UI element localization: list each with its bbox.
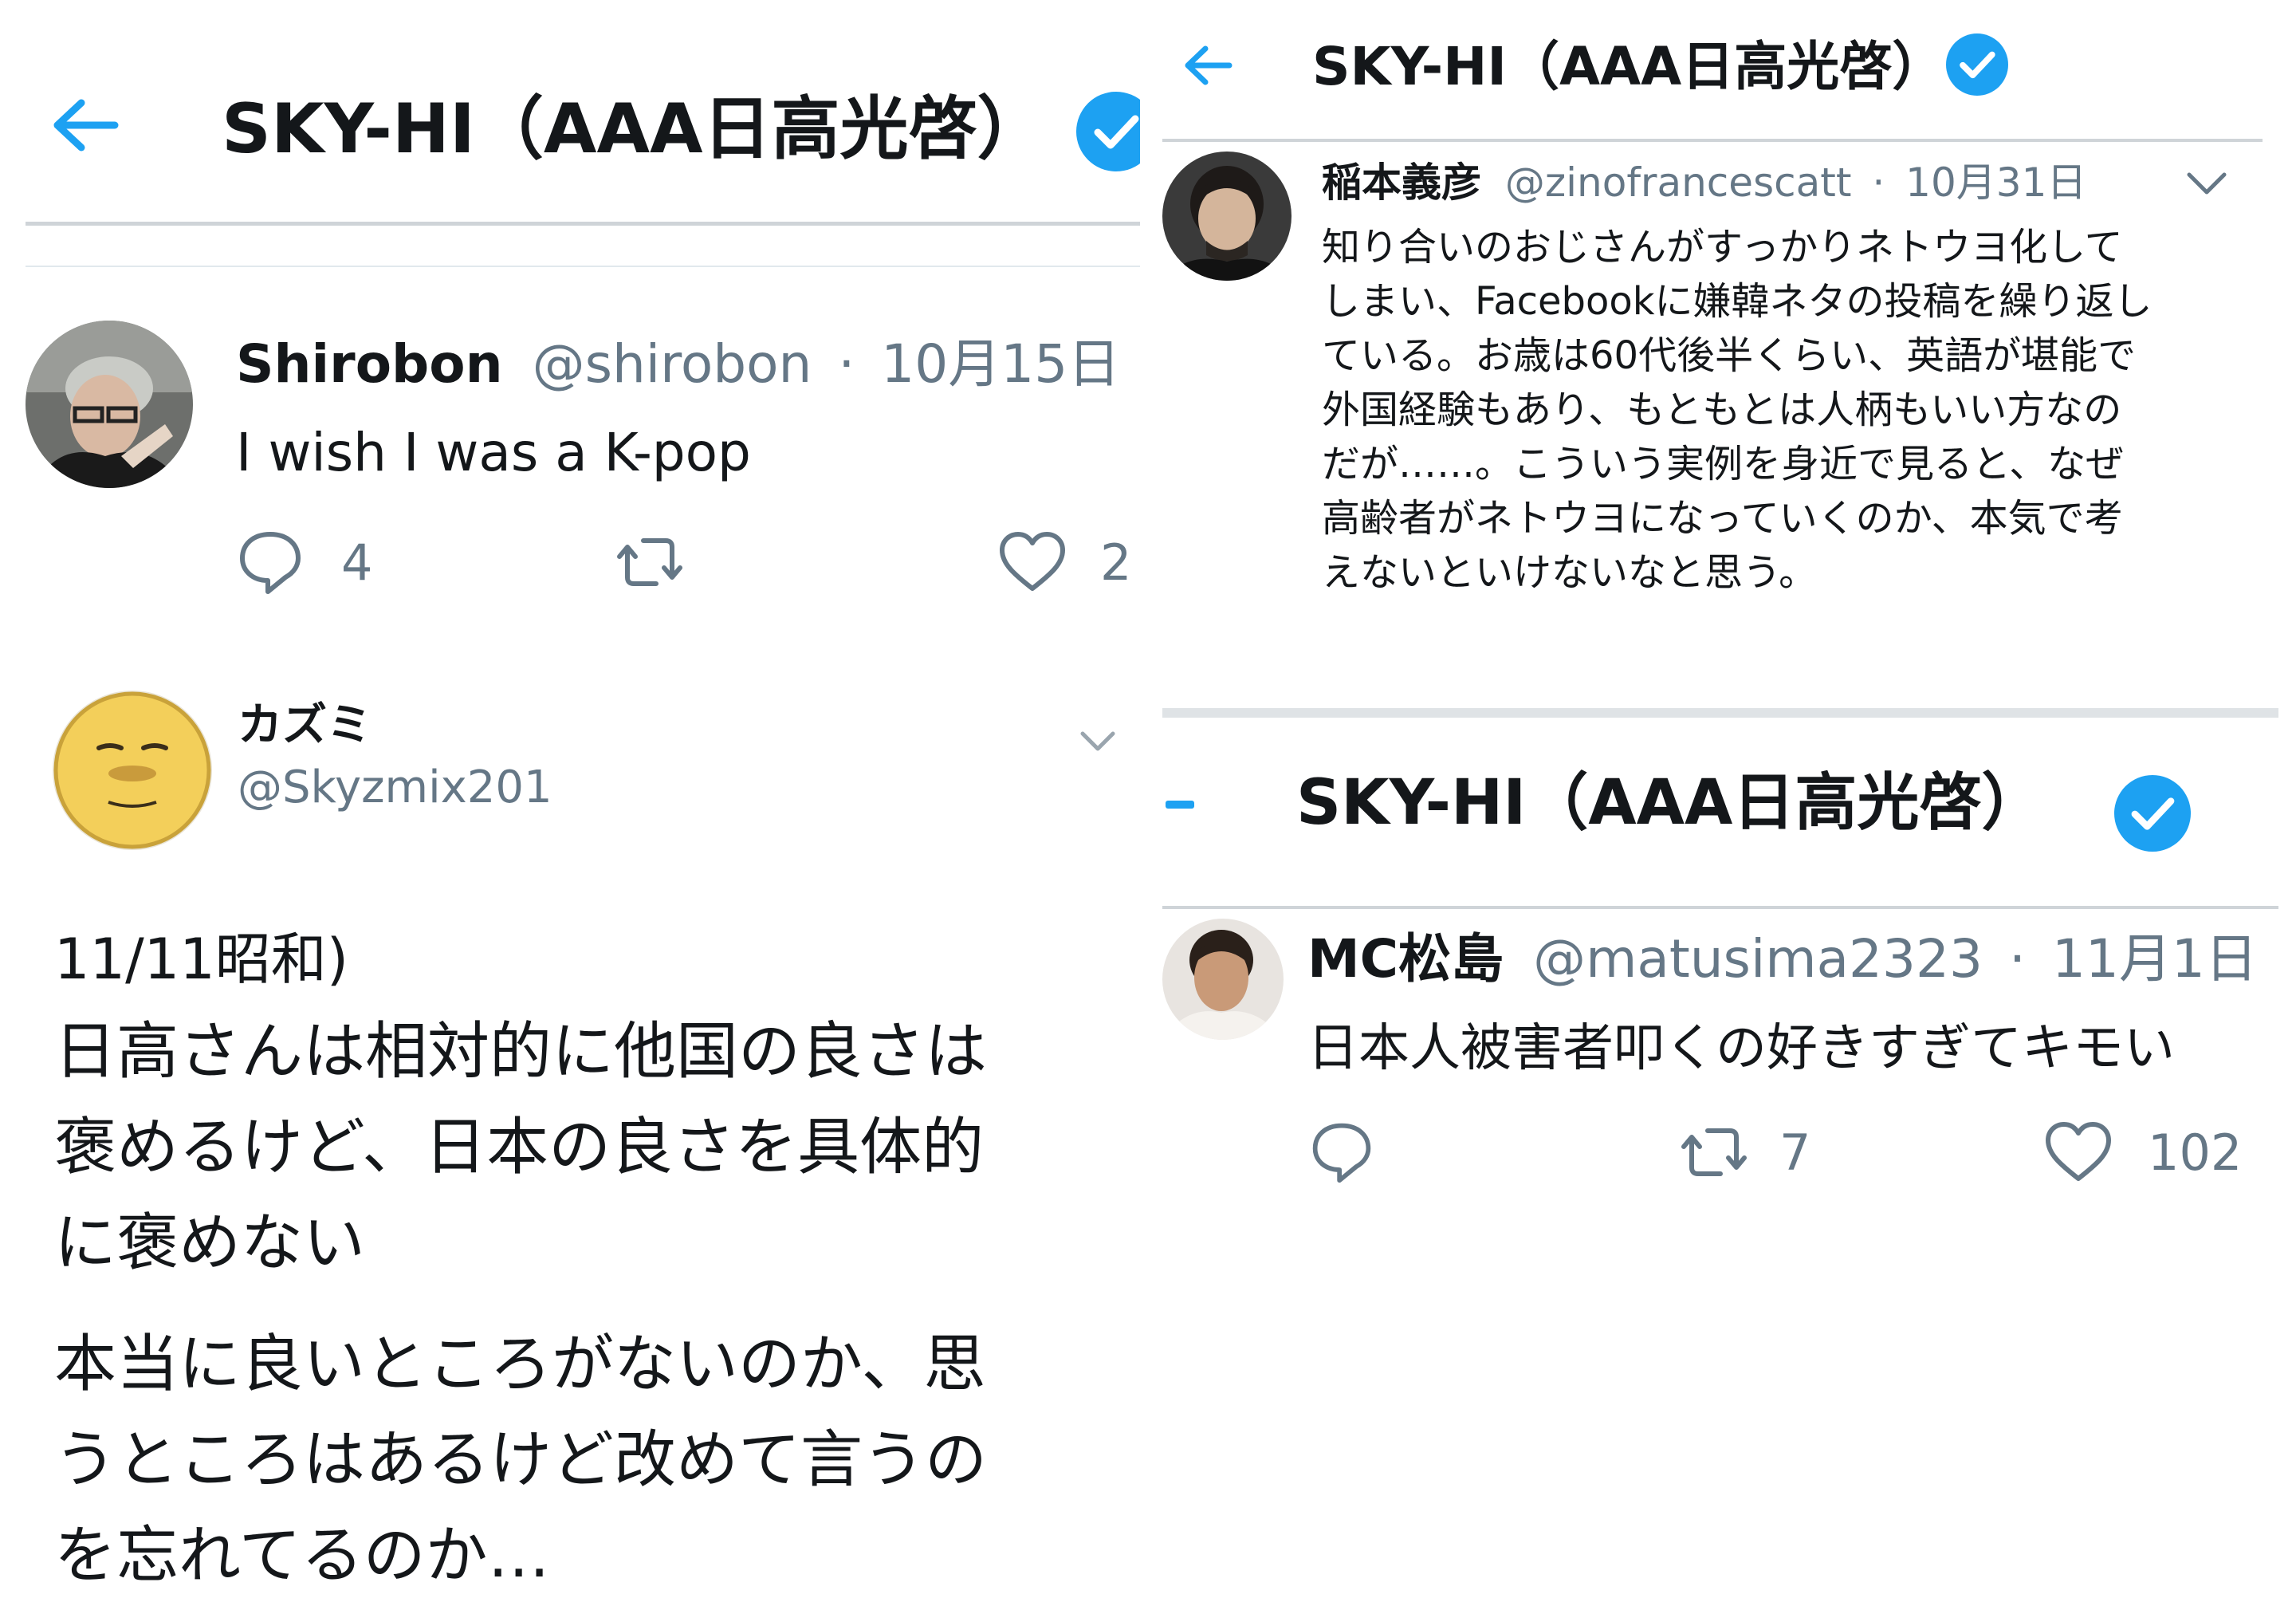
tweet-body-line: 高齢者がネトウヨになっていくのか、本気で考 bbox=[1322, 496, 2123, 541]
tweet-body-line: を忘れてるのか… bbox=[54, 1520, 550, 1592]
avatar[interactable] bbox=[1162, 919, 1284, 1040]
retweet-button[interactable] bbox=[610, 526, 690, 598]
tweet-body-line: うところはあるけど改めて言うの bbox=[54, 1424, 988, 1496]
retweet-icon bbox=[610, 528, 690, 596]
tweet-body-line: 本当に良いところがないのか、思 bbox=[54, 1328, 986, 1400]
like-count: 2 bbox=[1100, 533, 1132, 592]
display-name[interactable]: Shirobon bbox=[236, 333, 503, 395]
like-button[interactable]: 102 bbox=[2042, 1116, 2242, 1188]
section-divider bbox=[1162, 708, 2278, 718]
tweet-body-line: えないといけないなと思う。 bbox=[1322, 550, 1818, 595]
tweet-body-line: ている。お歳は60代後半くらい、英語が堪能で bbox=[1322, 333, 2137, 378]
tweet-body-line: 外国経験もあり、もともとは人柄もいい方なの bbox=[1322, 388, 2122, 432]
heart-icon bbox=[2042, 1118, 2114, 1187]
tweet-body-line: に褒めない bbox=[54, 1207, 366, 1279]
display-name[interactable]: カズミ bbox=[238, 694, 372, 758]
tweet-header: Shirobon @shirobon · 10月15日 bbox=[236, 329, 1120, 400]
retweet-icon bbox=[1674, 1118, 1754, 1187]
header-divider bbox=[26, 222, 1140, 226]
chevron-down-icon[interactable] bbox=[1078, 726, 1118, 758]
display-name[interactable]: 稲本義彦 bbox=[1322, 159, 1481, 206]
section-divider bbox=[26, 266, 1140, 267]
avatar[interactable] bbox=[53, 691, 212, 850]
profile-title: SKY-HI（AAA日高光啓） bbox=[1296, 767, 2044, 839]
verified-badge-icon bbox=[1076, 92, 1140, 171]
avatar[interactable] bbox=[1162, 152, 1292, 281]
tweet-body-line: だが……。こういう実例を身近で見ると、なぜ bbox=[1322, 442, 2125, 486]
tweet-body-line: 日高さんは相対的に他国の良さは bbox=[54, 1016, 988, 1088]
tweet-panel-mc-matsushima: SKY-HI（AAA日高光啓） MC松島 @matusima2323 · 11月… bbox=[1156, 718, 2296, 1602]
tweet-header: MC松島 @matusima2323 · 11月1日 bbox=[1307, 923, 2258, 995]
display-name[interactable]: MC松島 bbox=[1307, 928, 1504, 990]
tweet-date[interactable]: 10月31日 bbox=[1905, 159, 2086, 206]
tweet-body-line: 褒めるけど、日本の良さを具体的 bbox=[54, 1112, 985, 1183]
arrow-left-icon[interactable] bbox=[1166, 801, 1194, 809]
separator: · bbox=[1872, 159, 1885, 206]
reply-count: 4 bbox=[341, 533, 373, 592]
tweet-text: 日本人被害者叩くの好きすぎてキモい bbox=[1307, 1019, 2175, 1078]
reply-button[interactable]: 4 bbox=[236, 526, 372, 598]
tweet-body-line: 知り合いのおじさんがすっかりネトウヨ化して bbox=[1322, 225, 2123, 270]
retweet-button[interactable]: 7 bbox=[1674, 1116, 1810, 1188]
arrow-left-icon[interactable] bbox=[1181, 43, 1234, 88]
handle[interactable]: @shirobon bbox=[533, 333, 812, 395]
profile-title: SKY-HI（AAA日高光啓） bbox=[222, 89, 1046, 169]
tweet-header: 稲本義彦 @zinofrancescatt · 10月31日 bbox=[1322, 155, 2086, 211]
like-button[interactable]: 2 bbox=[997, 526, 1131, 598]
handle[interactable]: @zinofrancescatt bbox=[1505, 159, 1852, 206]
handle[interactable]: @matusima2323 bbox=[1533, 928, 1983, 990]
tweet-panel-inamoto: SKY-HI（AAA日高光啓） 稲本義彦 @zinofrancescatt · … bbox=[1156, 0, 2296, 718]
tweet-date[interactable]: 10月15日 bbox=[881, 333, 1120, 395]
tweet-panel-shirobon: SKY-HI（AAA日高光啓） Shirobon @shirobon · 10月… bbox=[0, 0, 1140, 662]
reply-button[interactable] bbox=[1309, 1116, 1374, 1188]
heart-icon bbox=[997, 528, 1068, 596]
tweet-panel-kazumi: カズミ @Skyzmix201 11/11昭和) 日高さんは相対的に他国の良さは… bbox=[0, 662, 1140, 1602]
header-divider bbox=[1162, 139, 2263, 142]
tweet-body-line: 11/11昭和) bbox=[54, 927, 349, 992]
chevron-down-icon[interactable] bbox=[2184, 167, 2229, 199]
reply-icon bbox=[1309, 1120, 1374, 1185]
reply-icon bbox=[236, 528, 305, 596]
like-count: 102 bbox=[2148, 1123, 2243, 1182]
separator: · bbox=[838, 333, 855, 395]
retweet-count: 7 bbox=[1779, 1123, 1811, 1182]
avatar[interactable] bbox=[26, 321, 193, 488]
verified-badge-icon bbox=[2114, 775, 2191, 852]
profile-title: SKY-HI（AAA日高光啓） bbox=[1312, 36, 1945, 97]
arrow-left-icon[interactable] bbox=[49, 97, 121, 153]
tweet-text: I wish I was a K-pop bbox=[236, 422, 751, 483]
tweet-body-line: しまい、Facebookに嫌韓ネタの投稿を繰り返し bbox=[1322, 279, 2152, 324]
verified-badge-icon bbox=[1946, 33, 2008, 96]
tweet-date[interactable]: 11月1日 bbox=[2052, 928, 2258, 990]
separator: · bbox=[2008, 928, 2026, 990]
header-divider bbox=[1162, 906, 2278, 909]
handle[interactable]: @Skyzmix201 bbox=[238, 756, 552, 820]
